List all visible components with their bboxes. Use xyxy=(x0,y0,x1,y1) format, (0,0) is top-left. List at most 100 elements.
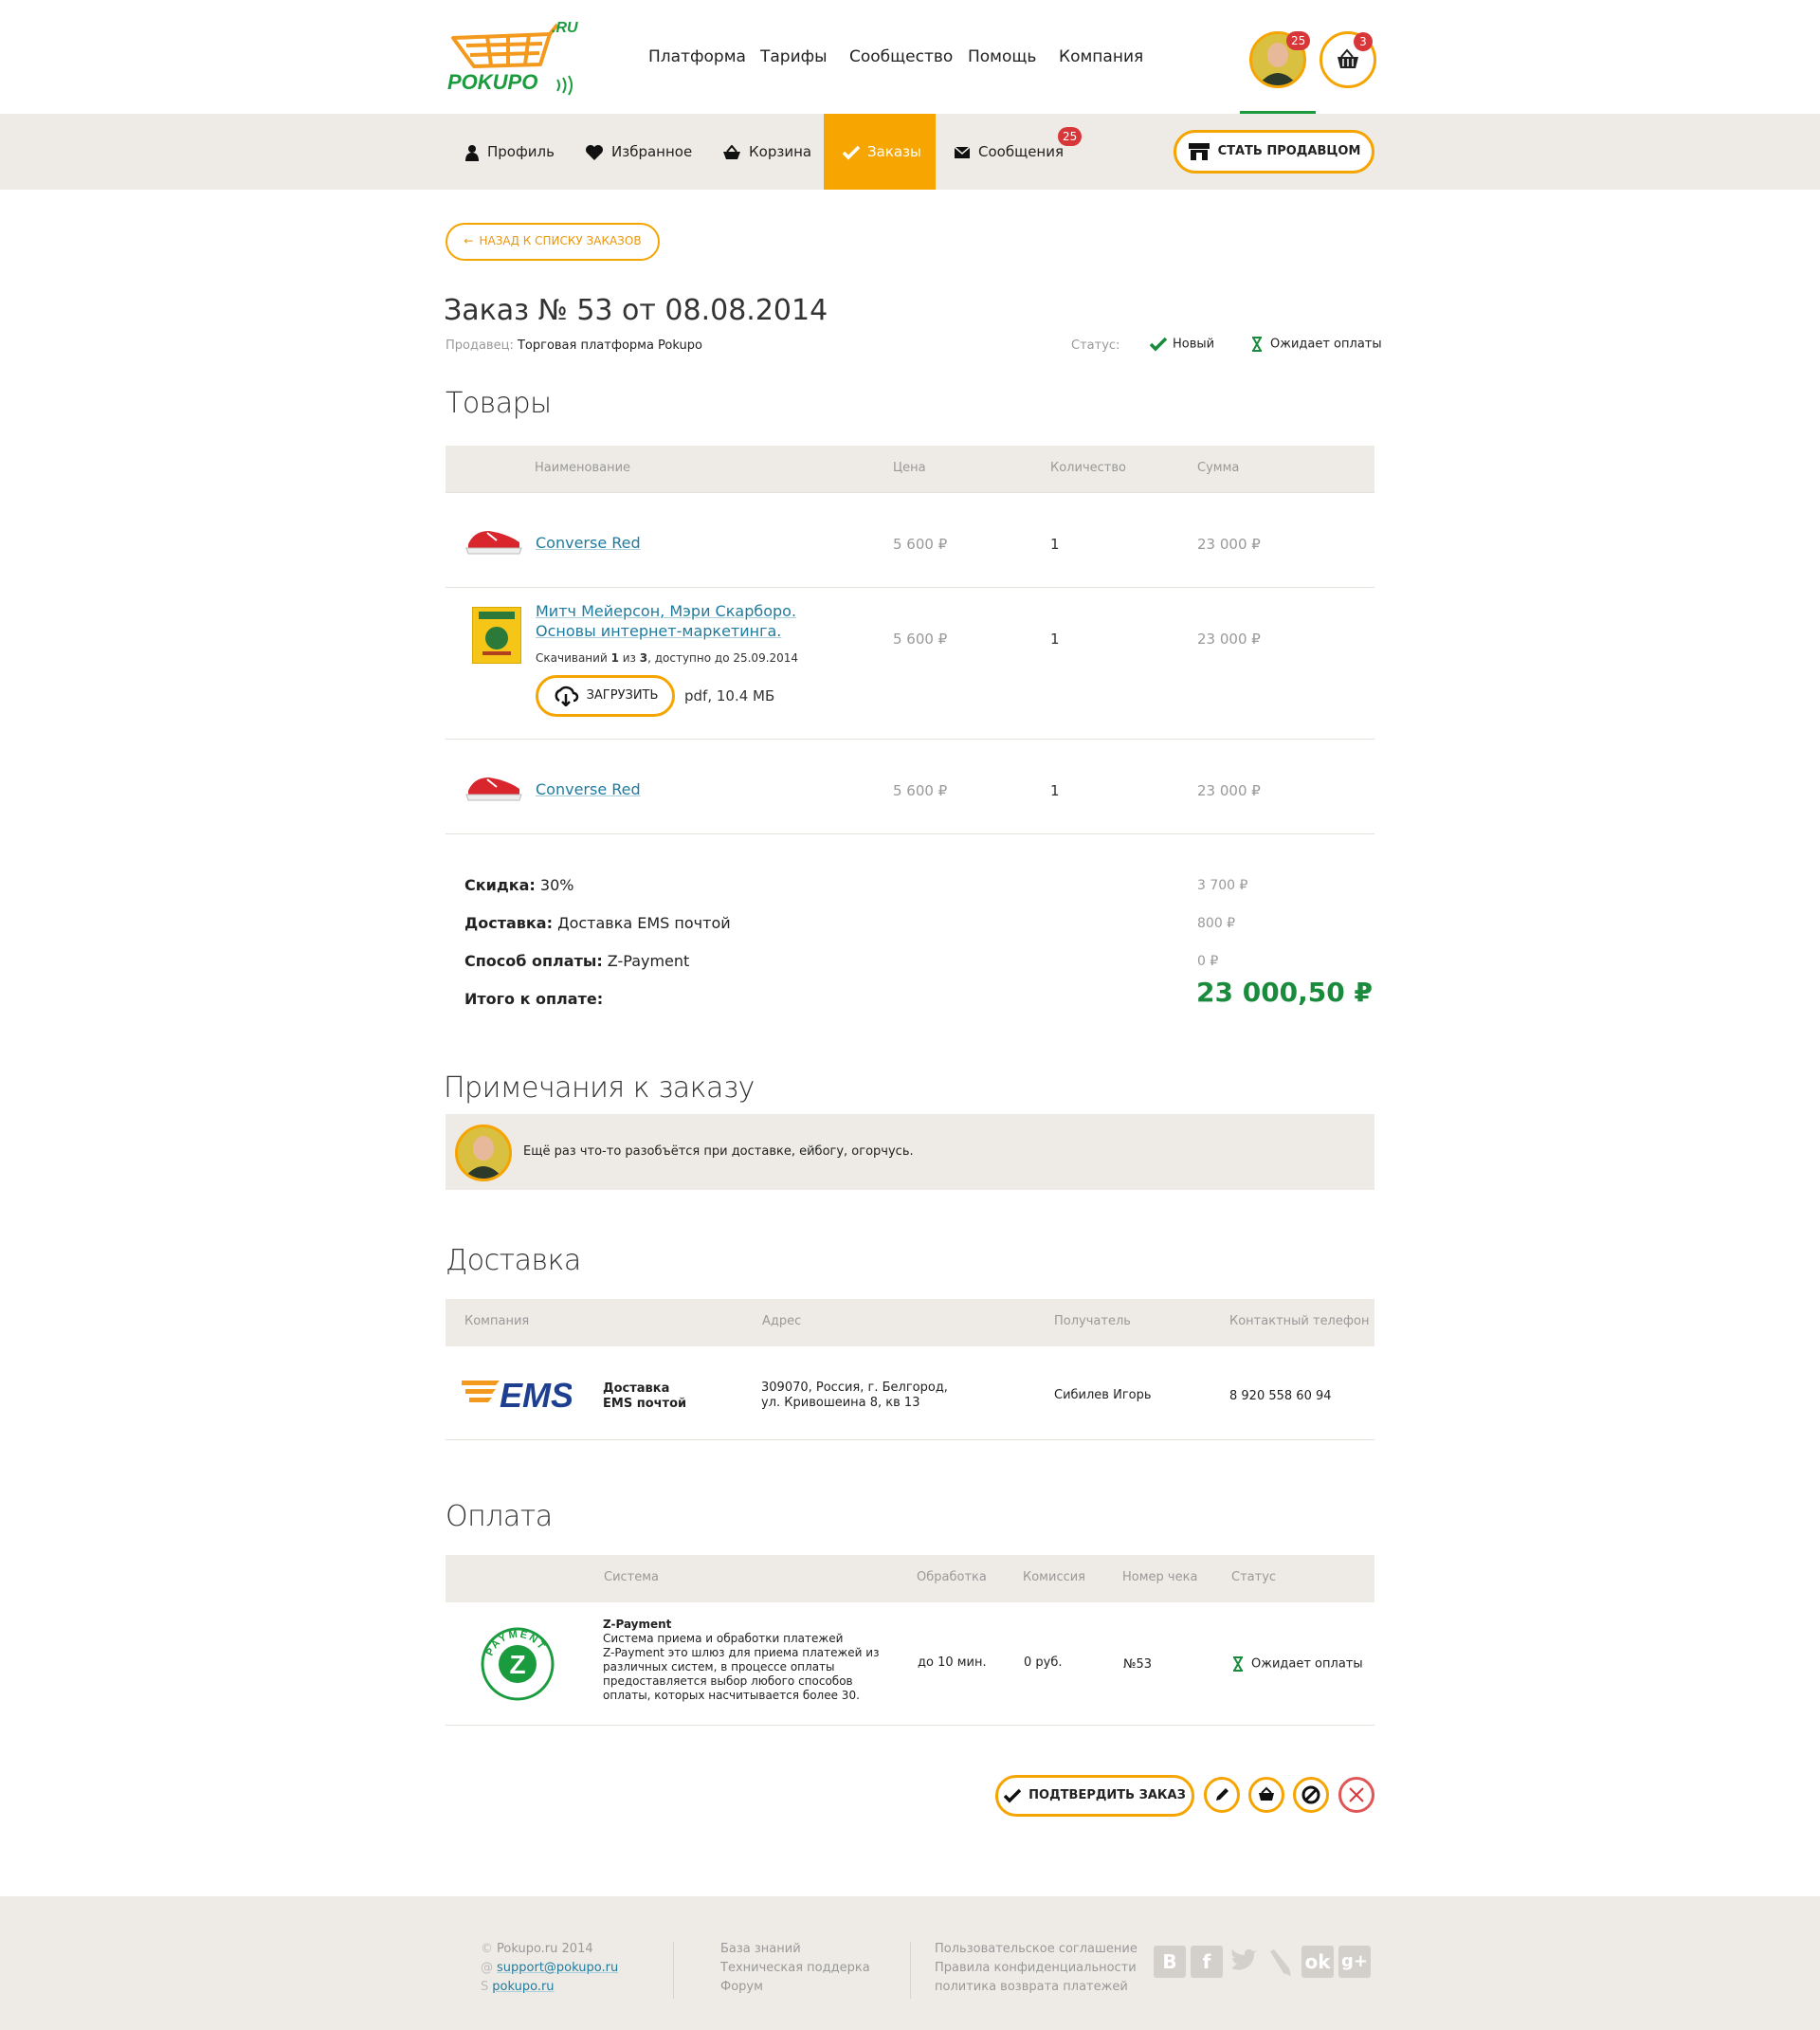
delivery-table-header: Компания Адрес Получатель Контактный тел… xyxy=(446,1299,1374,1346)
payment-table-header: Система Обработка Комиссия Номер чека Ст… xyxy=(446,1555,1374,1602)
heart-icon xyxy=(586,144,603,160)
odnoklassniki-icon[interactable]: ok xyxy=(1301,1946,1334,1978)
copyright-icon: © xyxy=(481,1942,493,1956)
col-recipient: Получатель xyxy=(1054,1314,1131,1328)
arrow-left-icon: ← xyxy=(464,234,474,247)
support-email-link[interactable]: support@pokupo.ru xyxy=(497,1961,618,1975)
nav-platform[interactable]: Платформа xyxy=(648,47,746,66)
note-item: Ещё раз что-то разобъётся при доставке, … xyxy=(446,1114,1374,1190)
col-status: Статус xyxy=(1231,1570,1277,1584)
knowledge-base-link[interactable]: База знаний xyxy=(720,1940,870,1959)
account-subnav: Профиль Избранное Корзина Заказы Сообщен… xyxy=(0,114,1820,190)
col-receipt: Номер чека xyxy=(1122,1570,1198,1584)
googleplus-icon[interactable]: g+ xyxy=(1338,1946,1371,1978)
col-address: Адрес xyxy=(762,1314,802,1328)
payment-receipt: №53 xyxy=(1123,1657,1153,1672)
twitter-icon[interactable] xyxy=(1228,1946,1260,1978)
vk-icon[interactable]: B xyxy=(1154,1946,1186,1978)
svg-text:EMS: EMS xyxy=(500,1376,572,1413)
edit-order-button[interactable] xyxy=(1204,1777,1240,1813)
hourglass-icon xyxy=(1233,1656,1243,1672)
nav-community[interactable]: Сообщество xyxy=(849,47,953,66)
delivery-recipient: Сибилев Игорь xyxy=(1054,1388,1152,1402)
product-thumbnail[interactable] xyxy=(464,523,523,561)
col-processing: Обработка xyxy=(917,1570,987,1584)
tech-support-link[interactable]: Техническая поддерка xyxy=(720,1959,870,1978)
status-label: Статус: xyxy=(1071,338,1120,353)
refund-policy-link[interactable]: политика возврата платежей xyxy=(935,1978,1138,1997)
cancel-order-button[interactable] xyxy=(1293,1777,1329,1813)
nav-tariffs[interactable]: Тарифы xyxy=(760,47,828,66)
nav-help[interactable]: Помощь xyxy=(968,47,1036,66)
confirm-order-button[interactable]: ПОДТВЕРДИТЬ ЗАКАЗ xyxy=(995,1775,1194,1817)
subnav-orders[interactable]: Заказы xyxy=(824,114,936,190)
footer: © Pokupo.ru 2014 @ support@pokupo.ru Spoku… xyxy=(0,1896,1820,2030)
notes-title: Примечания к заказу xyxy=(444,1071,755,1105)
skype-icon: S xyxy=(481,1980,489,1994)
svg-text:Z: Z xyxy=(509,1650,525,1679)
back-to-orders-button[interactable]: ← НАЗАД К СПИСКУ ЗАКАЗОВ xyxy=(446,223,660,261)
download-count: Скачиваний 1 из 3, доступно до 25.09.201… xyxy=(536,651,799,665)
col-name: Наименование xyxy=(535,461,631,475)
user-agreement-link[interactable]: Пользовательское соглашение xyxy=(935,1940,1138,1959)
privacy-link[interactable]: Правила конфиденциальности xyxy=(935,1959,1138,1978)
svg-text:POKUPO: POKUPO xyxy=(447,70,537,94)
facebook-icon[interactable]: f xyxy=(1191,1946,1223,1978)
product-price: 5 600 ₽ xyxy=(893,536,948,553)
col-fee: Комиссия xyxy=(1023,1570,1086,1584)
subnav-messages[interactable]: Сообщения xyxy=(954,114,1086,190)
product-link[interactable]: Converse Red xyxy=(536,534,641,552)
footer-legal-links: Пользовательское соглашение Правила конф… xyxy=(935,1940,1138,1997)
hourglass-icon xyxy=(1252,337,1262,352)
block-icon xyxy=(1301,1785,1320,1804)
envelope-icon xyxy=(954,145,971,158)
page: .RU POKUPO Платформа Тарифы Сообщество П… xyxy=(0,0,1820,2030)
payment-processing: до 10 мин. xyxy=(918,1655,987,1670)
livejournal-icon[interactable] xyxy=(1265,1946,1297,1978)
basket-icon xyxy=(1259,1786,1274,1801)
product-price: 5 600 ₽ xyxy=(893,782,948,799)
book-cover-image[interactable] xyxy=(472,607,521,664)
book-link[interactable]: Митч Мейерсон, Мэри Скарборо. Основы инт… xyxy=(536,601,796,641)
user-icon xyxy=(465,144,479,161)
product-qty: 1 xyxy=(1050,536,1060,553)
forum-link[interactable]: Форум xyxy=(720,1978,870,1997)
nav-company[interactable]: Компания xyxy=(1059,47,1143,66)
download-button[interactable]: ЗАГРУЗИТЬ xyxy=(536,675,675,717)
note-avatar xyxy=(455,1125,512,1181)
subnav-cart[interactable]: Корзина xyxy=(722,114,827,190)
delete-order-button[interactable] xyxy=(1338,1777,1374,1813)
become-seller-button[interactable]: СТАТЬ ПРОДАВЦОМ xyxy=(1174,130,1374,174)
product-link[interactable]: Converse Red xyxy=(536,780,641,798)
site-link[interactable]: pokupo.ru xyxy=(492,1980,554,1994)
payment-status: Ожидает оплаты xyxy=(1232,1656,1363,1672)
payment-method-row: Способ оплаты: Z-Payment xyxy=(464,952,690,970)
col-phone: Контактный телефон xyxy=(1229,1314,1370,1328)
discount-row: Скидка: 30% xyxy=(464,876,574,894)
messages-badge: 25 xyxy=(1058,127,1083,146)
payment-system-info: Z-Payment Система приема и обработки пла… xyxy=(603,1618,880,1702)
goods-table-header: Наименование Цена Количество Сумма xyxy=(446,446,1374,493)
header: .RU POKUPO Платформа Тарифы Сообщество П… xyxy=(0,0,1820,115)
add-to-cart-button[interactable] xyxy=(1248,1777,1284,1813)
payment-title: Оплата xyxy=(446,1500,553,1533)
delivery-address: 309070, Россия, г. Белгород, ул. Кривоше… xyxy=(761,1381,948,1410)
red-sneaker-image xyxy=(465,777,522,801)
at-icon: @ xyxy=(481,1961,493,1975)
cloud-download-icon xyxy=(555,686,578,707)
payment-amount: 0 ₽ xyxy=(1197,954,1219,969)
svg-text:.RU: .RU xyxy=(552,20,578,36)
subnav-favorites[interactable]: Избранное xyxy=(585,114,699,190)
subnav-profile[interactable]: Профиль xyxy=(464,114,555,190)
col-system: Система xyxy=(604,1570,660,1584)
pokupo-logo[interactable]: .RU POKUPO xyxy=(446,17,588,97)
close-icon xyxy=(1349,1787,1364,1802)
order-seller: Продавец: Торговая платформа Pokupo xyxy=(446,338,702,353)
basket-icon xyxy=(723,144,740,159)
check-icon xyxy=(1149,337,1168,352)
product-sum: 23 000 ₽ xyxy=(1197,536,1261,553)
col-price: Цена xyxy=(893,461,926,475)
avatar-badge: 25 xyxy=(1286,31,1311,50)
footer-contacts: © Pokupo.ru 2014 @ support@pokupo.ru Spoku… xyxy=(481,1942,619,1994)
product-thumbnail[interactable] xyxy=(464,770,523,808)
